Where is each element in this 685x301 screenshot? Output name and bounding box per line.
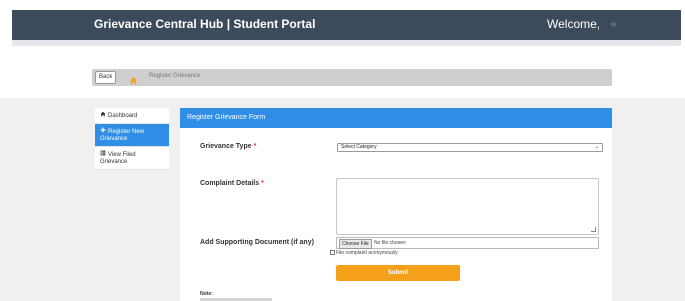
welcome-text: Welcome, — [547, 17, 601, 31]
chevron-down-icon: ⌄ — [594, 144, 599, 150]
submit-button[interactable]: Submit — [336, 265, 460, 281]
anonymous-option: File complaint anonymously — [330, 250, 398, 256]
required-mark: * — [261, 180, 264, 187]
resize-handle-icon[interactable] — [591, 227, 596, 232]
home-icon[interactable] — [129, 72, 138, 90]
anonymous-label: File complaint anonymously — [336, 250, 398, 256]
back-button[interactable]: Back — [95, 71, 117, 84]
breadcrumb: Back Register Grievance — [92, 69, 612, 86]
grievance-type-label-text: Grievance Type — [200, 143, 252, 150]
app-title: Grievance Central Hub | Student Portal — [94, 17, 316, 31]
grievance-type-value: Select Category — [341, 144, 377, 150]
choose-file-button[interactable]: Choose File — [339, 239, 372, 249]
required-mark: * — [253, 143, 257, 150]
top-navbar: Grievance Central Hub | Student Portal W… — [12, 10, 681, 40]
complaint-details-textarea[interactable] — [336, 178, 599, 235]
navbar-divider — [12, 40, 681, 46]
avatar[interactable] — [611, 22, 616, 27]
sidebar-item-register-grievance[interactable]: Register New Grievance — [95, 124, 169, 147]
anonymous-checkbox[interactable] — [330, 250, 335, 256]
plus-icon — [100, 127, 106, 136]
file-status: No file chosen — [374, 240, 406, 246]
home-icon — [100, 111, 106, 120]
supporting-document-label: Add Supporting Document (if any) — [200, 239, 314, 246]
complaint-details-label-text: Complaint Details — [200, 180, 260, 187]
supporting-document-input[interactable]: Choose File No file chosen — [336, 237, 599, 249]
note-label: Note: — [200, 291, 213, 297]
sidebar: Dashboard Register New Grievance View Fi… — [95, 108, 169, 170]
sidebar-item-dashboard[interactable]: Dashboard — [95, 108, 169, 124]
breadcrumb-current: Register Grievance — [149, 73, 201, 79]
form-heading: Register Grievance Form — [180, 108, 612, 128]
grievance-type-select[interactable]: Select Category ⌄ — [337, 143, 603, 152]
sidebar-item-label: Register New Grievance — [100, 129, 145, 142]
list-icon — [100, 150, 106, 159]
grievance-type-label: Grievance Type * — [200, 143, 256, 150]
sidebar-item-view-grievance[interactable]: View Filed Grievance — [95, 147, 169, 170]
complaint-details-label: Complaint Details * — [200, 180, 264, 187]
register-grievance-form: Register Grievance Form Grievance Type *… — [180, 108, 612, 301]
sidebar-item-label: Dashboard — [108, 113, 138, 119]
